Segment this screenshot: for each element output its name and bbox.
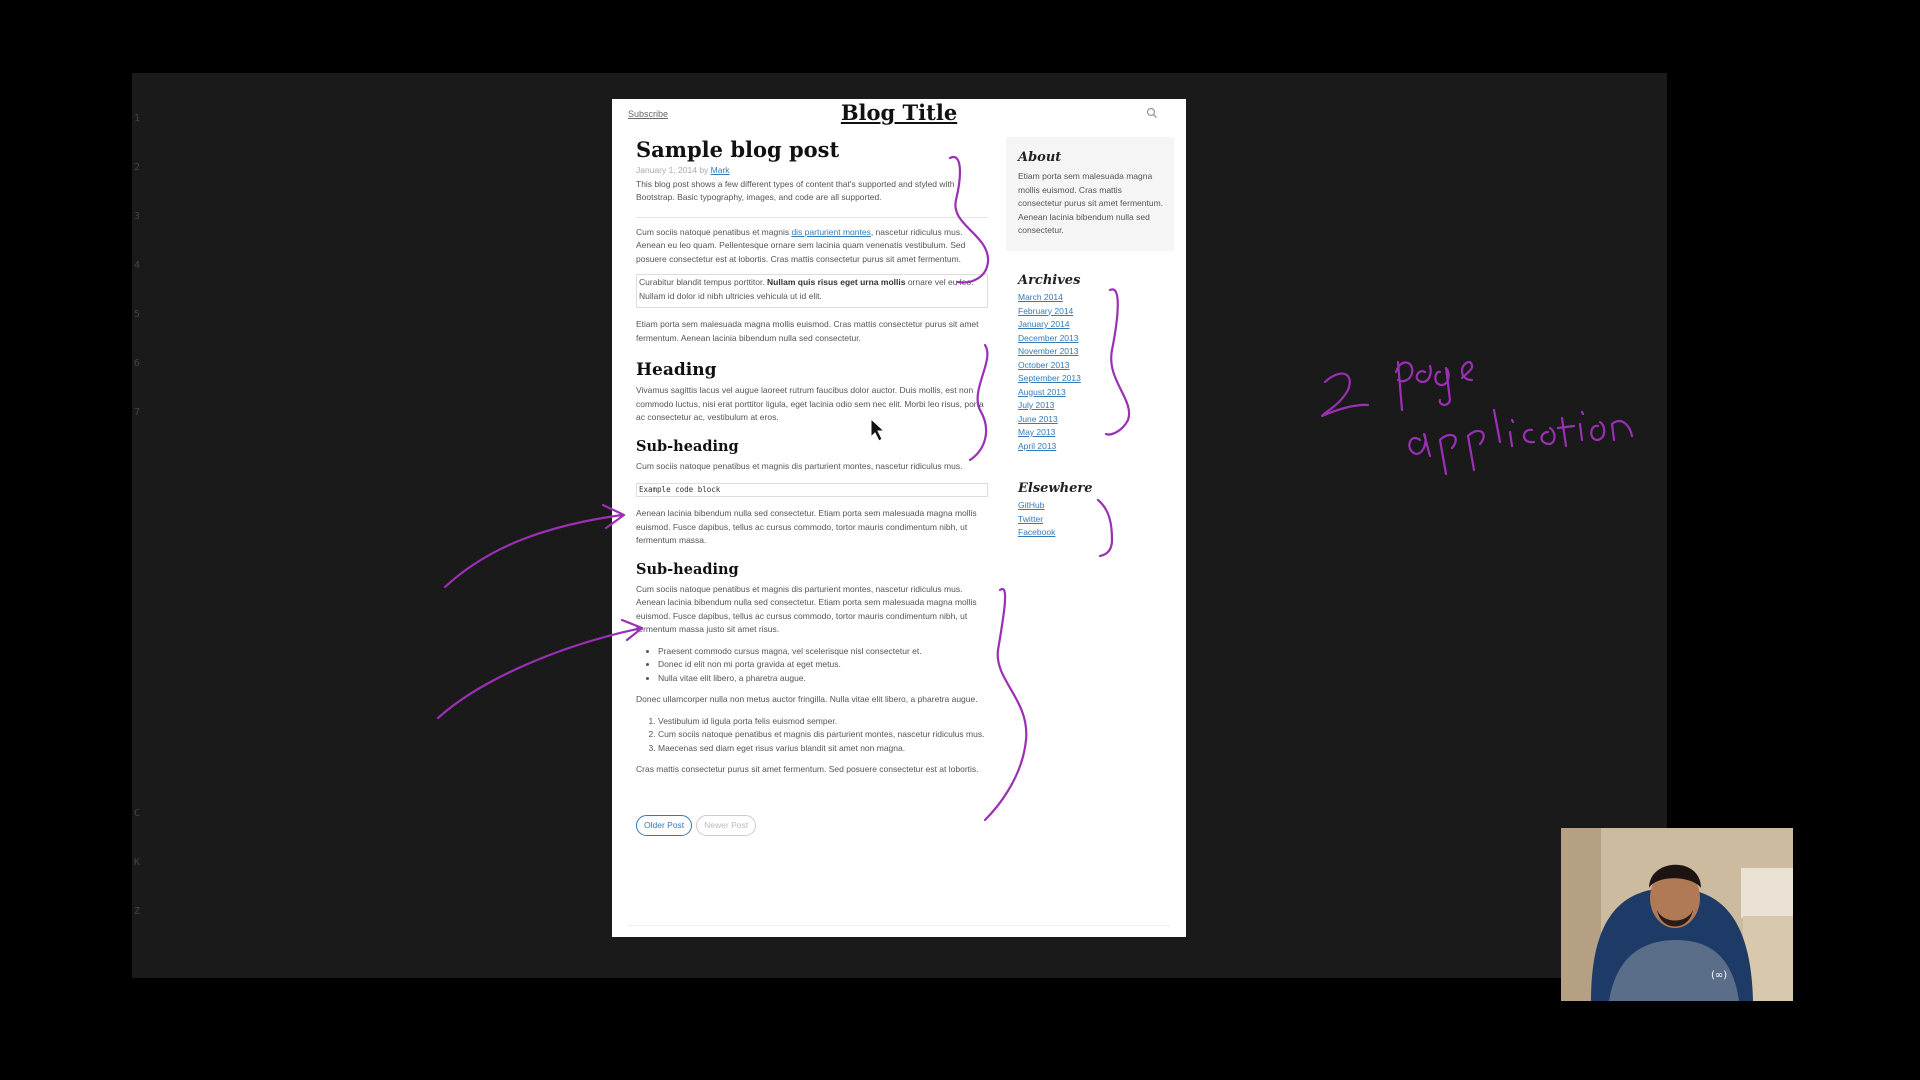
about-box: About Etiam porta sem malesuada magna mo… — [1006, 137, 1174, 251]
gutter-mark: 1 — [134, 113, 141, 124]
archive-link[interactable]: December 2013 — [1018, 332, 1178, 346]
search-icon[interactable] — [1146, 107, 1158, 119]
bullet-list: Praesent commodo cursus magna, vel scele… — [636, 645, 988, 686]
archive-link[interactable]: September 2013 — [1018, 372, 1178, 386]
archive-link[interactable]: February 2014 — [1018, 305, 1178, 319]
archive-link[interactable]: March 2014 — [1018, 291, 1178, 305]
archive-link[interactable]: January 2014 — [1018, 318, 1178, 332]
post-heading: Heading — [636, 360, 717, 380]
gutter-mark: K — [134, 857, 141, 868]
code-block: Example code block — [636, 483, 988, 497]
list-item: Nulla vitae elit libero, a pharetra augu… — [658, 672, 988, 686]
post-paragraph: Vivamus sagittis lacus vel augue laoreet… — [636, 385, 984, 422]
divider — [636, 216, 988, 218]
about-text: Etiam porta sem malesuada magna mollis e… — [1018, 171, 1164, 235]
post-paragraph: Cum sociis natoque penatibus et magnis d… — [636, 460, 963, 471]
gutter-mark: 7 — [134, 407, 141, 418]
about-heading: About — [1018, 150, 1062, 165]
archive-link[interactable]: April 2013 — [1018, 440, 1178, 454]
quote-text: Curabitur blandit tempus porttitor. — [639, 277, 768, 287]
blog-header: Subscribe Blog Title — [612, 99, 1186, 127]
gutter-mark: Z — [134, 906, 141, 917]
post-title: Sample blog post — [636, 137, 840, 162]
archive-link[interactable]: November 2013 — [1018, 345, 1178, 359]
list-item: Maecenas sed diam eget risus varius blan… — [658, 742, 988, 756]
post-paragraph: Cum sociis natoque penatibus et magnis d… — [636, 583, 977, 635]
quote-bold-text: Nullam quis risus eget urna mollis — [767, 277, 906, 287]
svg-text:(∞): (∞) — [1711, 970, 1727, 981]
webcam-overlay: (∞) — [1561, 828, 1793, 1001]
archive-link[interactable]: June 2013 — [1018, 413, 1178, 427]
gutter-mark: 4 — [134, 260, 141, 271]
post-paragraph: Etiam porta sem malesuada magna mollis e… — [636, 319, 979, 343]
gutter-mark: C — [134, 808, 141, 819]
gutter-mark: 2 — [134, 162, 141, 173]
footer-divider — [628, 925, 1170, 926]
post-lead: This blog post shows a few different typ… — [636, 178, 955, 203]
archives-heading: Archives — [1018, 273, 1081, 288]
blog-post: Sample blog post January 1, 2014 by Mark… — [636, 137, 988, 836]
gutter-mark: 3 — [134, 211, 141, 222]
gutter-mark: 5 — [134, 309, 141, 320]
twitter-link[interactable]: Twitter — [1018, 513, 1178, 527]
author-link[interactable]: Mark — [711, 165, 730, 175]
post-subheading: Sub-heading — [636, 437, 739, 455]
post-date: January 1, 2014 by — [636, 165, 711, 175]
blog-title-link[interactable]: Blog Title — [612, 100, 1186, 125]
inline-link[interactable]: dis parturient montes — [791, 227, 870, 237]
pager: Older Post Newer Post — [636, 814, 988, 836]
post-paragraph: Cras mattis consectetur purus sit amet f… — [636, 764, 979, 774]
list-item: Praesent commodo cursus magna, vel scele… — [658, 645, 988, 659]
blog-page: Subscribe Blog Title Sample blog post Ja… — [612, 99, 1186, 937]
elsewhere-heading: Elsewhere — [1018, 481, 1093, 496]
gutter-mark: 6 — [134, 358, 141, 369]
ordered-list: Vestibulum id ligula porta felis euismod… — [636, 715, 988, 756]
post-meta: January 1, 2014 by Mark — [636, 164, 988, 178]
paragraph-text: Cum sociis natoque penatibus et magnis — [636, 226, 792, 237]
list-item: Cum sociis natoque penatibus et magnis d… — [658, 728, 988, 742]
post-paragraph: Cum sociis natoque penatibus et magnis d… — [636, 226, 988, 267]
list-item: Vestibulum id ligula porta felis euismod… — [658, 715, 988, 729]
github-link[interactable]: GitHub — [1018, 499, 1178, 513]
post-subheading: Sub-heading — [636, 560, 739, 578]
elsewhere-section: Elsewhere GitHub Twitter Facebook — [1018, 481, 1178, 540]
post-paragraph: Donec ullamcorper nulla non metus auctor… — [636, 694, 978, 704]
post-paragraph: Aenean lacinia bibendum nulla sed consec… — [636, 508, 977, 545]
blockquote: Curabitur blandit tempus porttitor. Null… — [636, 274, 988, 308]
facebook-link[interactable]: Facebook — [1018, 526, 1178, 540]
archive-link[interactable]: July 2013 — [1018, 399, 1178, 413]
editor-gutter: 1 2 3 4 5 6 7 C K Z — [132, 73, 146, 978]
archive-link[interactable]: August 2013 — [1018, 386, 1178, 400]
archives-section: Archives March 2014 February 2014 Januar… — [1018, 273, 1178, 453]
presenter-video: (∞) — [1561, 828, 1793, 1001]
archive-link[interactable]: October 2013 — [1018, 359, 1178, 373]
older-post-button[interactable]: Older Post — [636, 814, 693, 836]
list-item: Donec id elit non mi porta gravida at eg… — [658, 658, 988, 672]
archive-link[interactable]: May 2013 — [1018, 426, 1178, 440]
newer-post-button[interactable]: Newer Post — [696, 814, 757, 836]
